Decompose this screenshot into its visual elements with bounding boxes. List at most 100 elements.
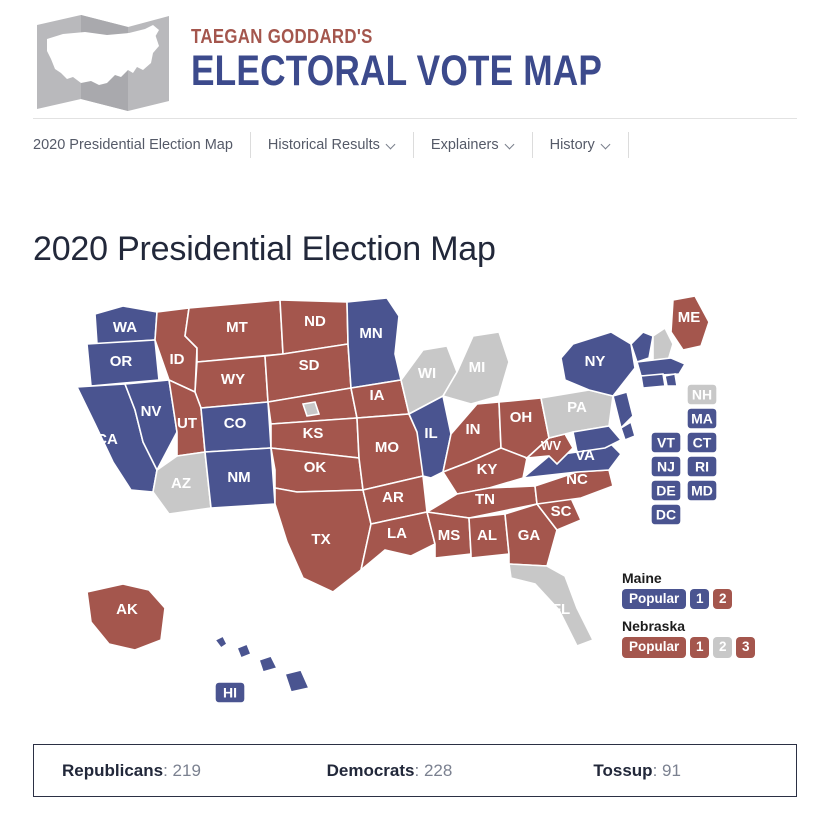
- nav-item-history[interactable]: History: [533, 137, 628, 153]
- state-box-vt[interactable]: VT: [650, 430, 682, 454]
- page-title: 2020 Presidential Election Map: [33, 229, 496, 268]
- state-label-ny: NY: [585, 353, 606, 370]
- state-box-label-ri: RI: [695, 458, 709, 474]
- state-box-nh[interactable]: NH: [686, 382, 718, 406]
- state-box-hi[interactable]: HI: [214, 680, 246, 704]
- state-label-ok: OK: [304, 459, 327, 476]
- state-label-mt: MT: [226, 319, 248, 336]
- state-box-nj[interactable]: NJ: [650, 454, 682, 478]
- tally-label: Tossup: [593, 760, 653, 780]
- state-label-wi: WI: [418, 365, 436, 382]
- state-label-mo: MO: [375, 439, 399, 456]
- tally-democrats: Democrats: 228: [326, 760, 453, 780]
- state-label-sc: SC: [551, 503, 572, 520]
- state-label-wy: WY: [221, 371, 245, 388]
- district-maine: Maine Popular 1 2: [622, 570, 792, 610]
- state-label-co: CO: [224, 415, 247, 432]
- state-box-label-vt: VT: [657, 434, 675, 450]
- state-box-ri[interactable]: RI: [686, 454, 718, 478]
- tally-label: Republicans: [62, 760, 164, 780]
- state-ma[interactable]: [635, 356, 687, 377]
- state-label-nv: NV: [141, 403, 162, 420]
- tally-republicans: Republicans: 219: [62, 760, 201, 780]
- state-box-ct[interactable]: CT: [686, 430, 718, 454]
- state-label-la: LA: [387, 525, 407, 542]
- state-label-nm: NM: [227, 469, 250, 486]
- electoral-vote-tally: Republicans: 219 Democrats: 228 Tossup: …: [33, 744, 797, 797]
- state-box-label-de: DE: [656, 482, 675, 498]
- state-box-de[interactable]: DE: [650, 478, 682, 502]
- maine-popular-pill[interactable]: Popular: [622, 588, 687, 610]
- maine-district-2-pill[interactable]: 2: [713, 588, 733, 610]
- state-label-ks: KS: [303, 425, 324, 442]
- state-box-label-dc: DC: [656, 506, 676, 522]
- state-label-tn: TN: [475, 491, 495, 508]
- chevron-down-icon: [387, 141, 396, 150]
- state-label-wa: WA: [113, 319, 137, 336]
- state-label-me: ME: [678, 309, 701, 326]
- state-mn[interactable]: [346, 296, 402, 389]
- state-label-in: IN: [466, 421, 481, 438]
- state-label-ia: IA: [370, 387, 385, 404]
- state-ct[interactable]: [640, 372, 666, 389]
- district-pill-row: Popular 1 2 3: [622, 637, 792, 659]
- state-box-dc[interactable]: DC: [650, 502, 682, 526]
- state-box-md[interactable]: MD: [686, 478, 718, 502]
- nebraska-district-1-pill[interactable]: 1: [690, 637, 710, 659]
- state-label-id: ID: [170, 351, 185, 368]
- nebraska-district-2-pill[interactable]: 2: [713, 637, 733, 659]
- nav-item-historical-results[interactable]: Historical Results: [251, 137, 413, 153]
- state-label-ar: AR: [382, 489, 404, 506]
- tally-value: 228: [423, 760, 453, 780]
- main-navigation: 2020 Presidential Election Map Historica…: [0, 119, 830, 171]
- district-state-name: Nebraska: [622, 618, 686, 635]
- state-box-ma[interactable]: MA: [686, 406, 718, 430]
- nav-item-2020-presidential-election-map[interactable]: 2020 Presidential Election Map: [33, 137, 250, 153]
- state-label-ga: GA: [518, 527, 541, 544]
- state-label-fl: FL: [552, 601, 570, 618]
- state-box-label-hi: HI: [223, 684, 237, 700]
- chevron-down-icon: [506, 141, 515, 150]
- state-label-wv: WV: [541, 439, 562, 453]
- state-label-nc: NC: [566, 471, 588, 488]
- tally-value: 91: [662, 760, 681, 780]
- district-legend: Maine Popular 1 2 Nebraska Popular 1 2 3: [622, 570, 792, 668]
- state-label-ky: KY: [477, 461, 498, 478]
- chevron-down-icon: [602, 141, 611, 150]
- nav-divider: [627, 132, 629, 158]
- brand-wordmark: TAEGAN GODDARD'S ELECTORAL VOTE MAP: [191, 27, 692, 99]
- state-label-or: OR: [110, 353, 133, 370]
- state-box-label-nj: NJ: [657, 458, 675, 474]
- brand-tagline: TAEGAN GODDARD'S: [191, 26, 373, 48]
- state-label-pa: PA: [567, 399, 587, 416]
- nav-label: Historical Results: [267, 137, 380, 153]
- state-label-az: AZ: [171, 475, 191, 492]
- tally-tossup: Tossup: 91: [593, 760, 681, 780]
- nebraska-popular-pill[interactable]: Popular: [622, 637, 687, 659]
- state-label-ca: CA: [96, 431, 118, 448]
- state-box-label-md: MD: [691, 482, 713, 498]
- electoral-map-container: WA OR CA NV ID MT WY UT AZ CO NM ND SD KS OK TX MN IA MO AR…: [0, 292, 830, 732]
- state-label-mn: MN: [359, 325, 382, 342]
- state-label-nd: ND: [304, 313, 326, 330]
- state-box-label-nh: NH: [692, 386, 712, 402]
- state-vt[interactable]: [630, 330, 654, 363]
- nav-label: Explainers: [430, 137, 499, 153]
- nav-item-explainers[interactable]: Explainers: [414, 137, 532, 153]
- site-header: TAEGAN GODDARD'S ELECTORAL VOTE MAP: [0, 0, 830, 118]
- nav-label: History: [549, 137, 595, 153]
- state-label-ak: AK: [116, 601, 138, 618]
- state-label-ms: MS: [438, 527, 461, 544]
- tally-label: Democrats: [326, 760, 415, 780]
- state-box-label-ma: MA: [691, 410, 713, 426]
- district-state-name: Maine: [622, 569, 662, 586]
- nav-label: 2020 Presidential Election Map: [33, 137, 233, 153]
- state-label-sd: SD: [299, 357, 320, 374]
- district-pill-row: Popular 1 2: [622, 588, 792, 610]
- state-box-label-ct: CT: [693, 434, 712, 450]
- brand-title: ELECTORAL VOTE MAP: [191, 47, 603, 95]
- state-ri[interactable]: [664, 372, 678, 387]
- folded-us-map-logo-icon[interactable]: [33, 13, 173, 113]
- maine-district-1-pill[interactable]: 1: [690, 588, 710, 610]
- nebraska-district-3-pill[interactable]: 3: [736, 637, 756, 659]
